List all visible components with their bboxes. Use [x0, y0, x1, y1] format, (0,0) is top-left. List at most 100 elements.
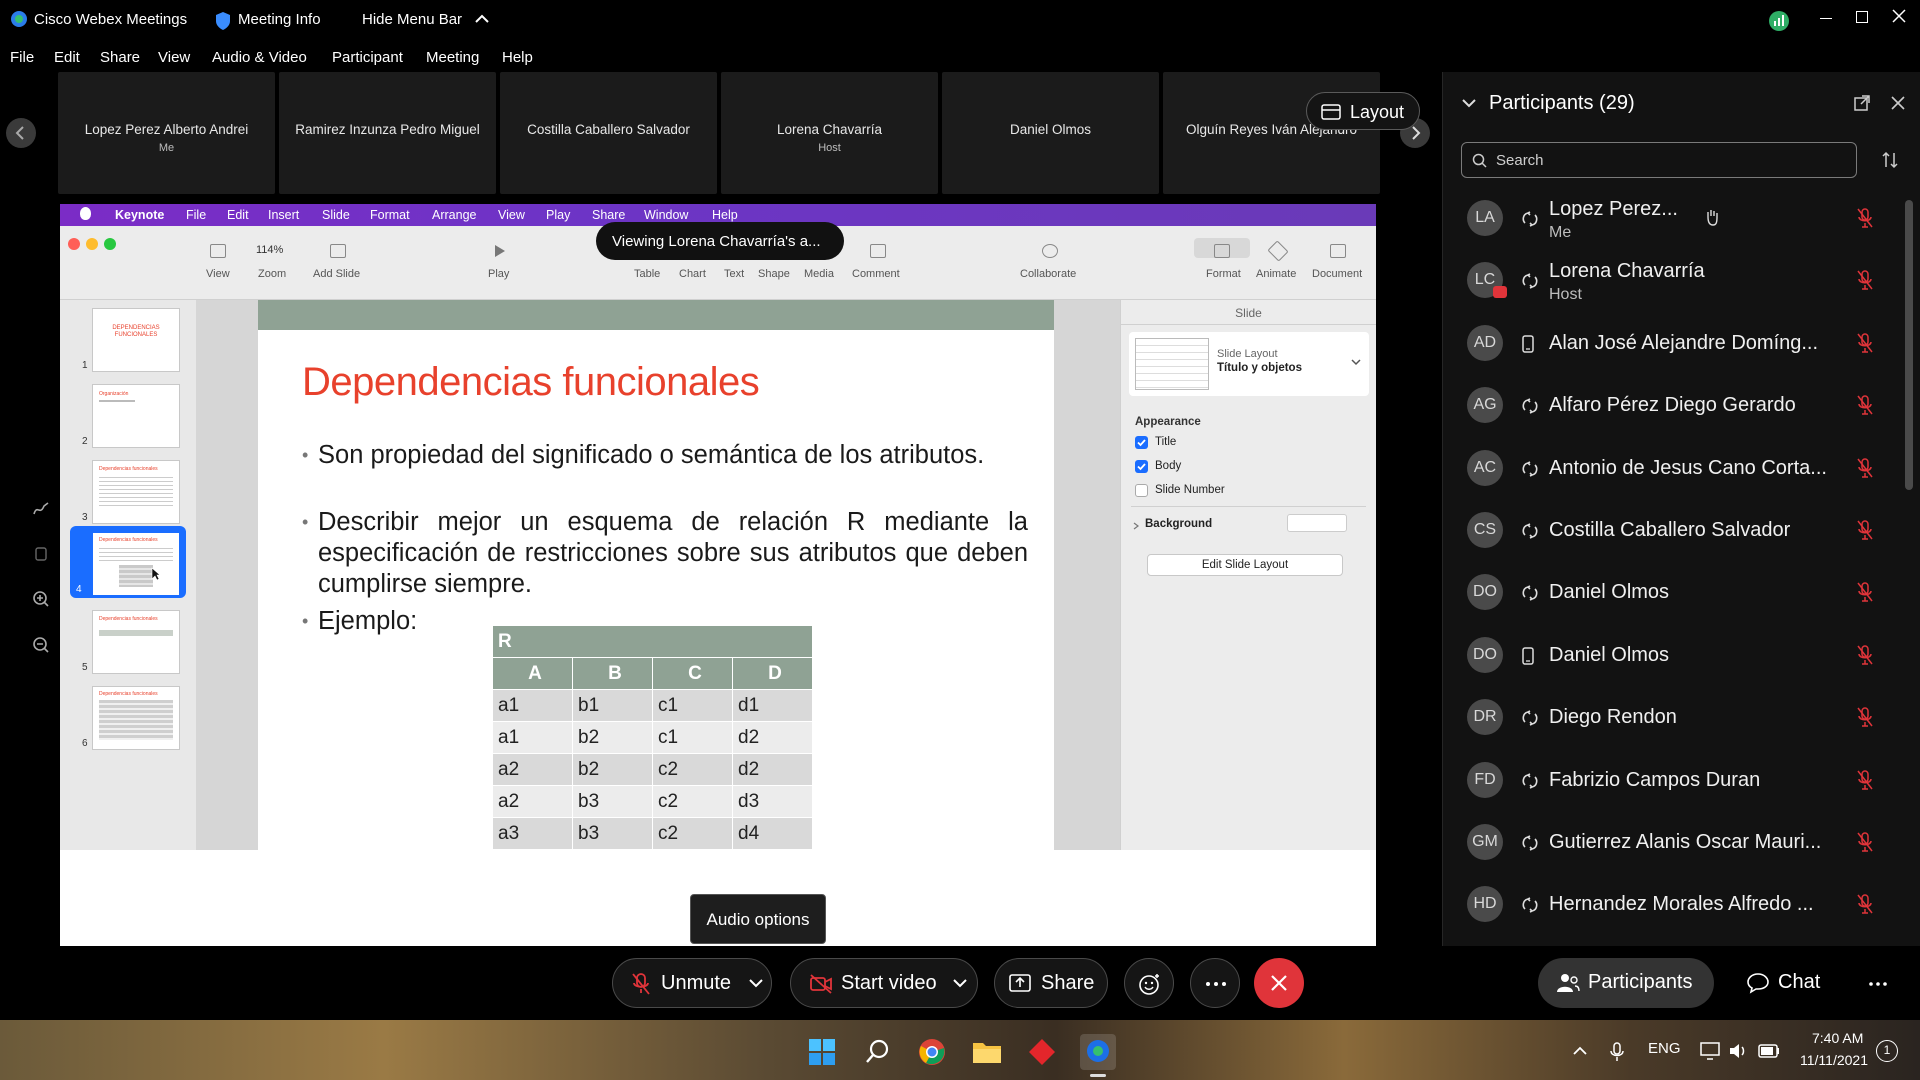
participant-row[interactable]: HD Hernandez Morales Alfredo ... — [1443, 872, 1903, 934]
participants-tab-button[interactable]: Participants — [1538, 958, 1714, 1008]
network-tray-icon[interactable] — [1700, 1042, 1720, 1060]
share-button[interactable]: Share — [994, 958, 1108, 1008]
network-health-icon[interactable] — [1768, 10, 1790, 32]
mic-muted-icon[interactable] — [1857, 769, 1873, 790]
menu-file[interactable]: File — [10, 49, 34, 66]
menu-meeting[interactable]: Meeting — [426, 49, 479, 66]
zoom-out-icon[interactable] — [32, 636, 50, 654]
slide-number-checkbox[interactable] — [1135, 484, 1148, 497]
video-tile[interactable]: Costilla Caballero Salvador — [500, 72, 717, 194]
video-tile[interactable]: Olguín Reyes Iván Alejandro — [1163, 72, 1380, 194]
participant-row[interactable]: DO Daniel Olmos — [1443, 560, 1903, 622]
chevron-down-icon[interactable] — [1351, 358, 1361, 366]
mic-muted-icon[interactable] — [1857, 270, 1873, 291]
thumb-number: 1 — [82, 360, 88, 371]
menu-audio-video[interactable]: Audio & Video — [212, 49, 307, 66]
participant-row[interactable]: AG Alfaro Pérez Diego Gerardo — [1443, 373, 1903, 435]
mic-muted-icon[interactable] — [1857, 208, 1873, 228]
battery-tray-icon[interactable] — [1758, 1044, 1780, 1058]
mic-muted-icon[interactable] — [1857, 645, 1873, 665]
shield-icon[interactable] — [214, 11, 232, 31]
chevron-up-icon[interactable] — [474, 14, 490, 24]
panel-options-icon[interactable] — [1868, 981, 1888, 987]
reactions-button[interactable] — [1124, 958, 1174, 1008]
sort-icon[interactable] — [1881, 151, 1899, 169]
restore-icon[interactable] — [1856, 11, 1868, 23]
mic-muted-icon[interactable] — [1857, 333, 1873, 353]
chrome-icon[interactable] — [918, 1038, 946, 1066]
leave-meeting-button[interactable] — [1254, 958, 1304, 1008]
mic-muted-icon[interactable] — [1857, 832, 1873, 852]
mic-muted-icon[interactable] — [1857, 520, 1873, 540]
body-checkbox[interactable] — [1135, 460, 1148, 473]
km-edit: Edit — [227, 208, 249, 222]
meeting-info-button[interactable]: Meeting Info — [238, 11, 321, 28]
webex-taskbar-icon[interactable] — [1080, 1034, 1116, 1070]
acrobat-icon[interactable] — [1028, 1038, 1056, 1066]
volume-tray-icon[interactable] — [1728, 1042, 1748, 1060]
menu-share[interactable]: Share — [100, 49, 140, 66]
search-icon[interactable] — [864, 1038, 892, 1066]
zoom-in-icon[interactable] — [32, 590, 50, 608]
close-icon[interactable] — [1892, 9, 1906, 23]
minimize-icon[interactable] — [1820, 18, 1832, 19]
hide-menu-bar-button[interactable]: Hide Menu Bar — [362, 11, 462, 28]
mic-muted-icon[interactable] — [1857, 457, 1873, 478]
participant-row[interactable]: AD Alan José Alejandre Domíng... — [1443, 311, 1903, 373]
clock-date[interactable]: 11/11/2021 — [1800, 1052, 1868, 1068]
background-swatch[interactable] — [1287, 514, 1347, 532]
menu-edit[interactable]: Edit — [54, 49, 80, 66]
computer-audio-icon — [1521, 522, 1539, 540]
leave-x-icon — [1271, 975, 1287, 991]
annotate-icon[interactable] — [32, 500, 50, 518]
mic-muted-icon[interactable] — [1857, 894, 1873, 915]
remote-control-icon[interactable] — [34, 546, 48, 562]
video-tile[interactable]: Lopez Perez Alberto Andrei Me — [58, 72, 275, 194]
chevron-right-icon[interactable] — [1133, 522, 1139, 530]
participant-row[interactable]: GM Gutierrez Alanis Oscar Mauri... — [1443, 810, 1903, 872]
participants-panel: Participants (29) Search LA Lopez Perez..… — [1442, 72, 1920, 946]
participant-row[interactable]: DO Daniel Olmos — [1443, 623, 1903, 685]
show-hidden-icons-chevron[interactable] — [1572, 1046, 1588, 1056]
participant-row[interactable]: AC Antonio de Jesus Cano Corta... — [1443, 436, 1903, 498]
menu-view[interactable]: View — [158, 49, 190, 66]
strip-prev-button[interactable] — [6, 118, 36, 148]
edit-slide-layout-button[interactable]: Edit Slide Layout — [1147, 554, 1343, 576]
layout-label: Layout — [1350, 102, 1405, 122]
mic-muted-icon[interactable] — [1857, 707, 1873, 727]
participant-search-input[interactable]: Search — [1461, 142, 1857, 178]
video-tile[interactable]: Daniel Olmos — [942, 72, 1159, 194]
tb-shape: Shape — [758, 268, 790, 280]
start-video-button[interactable]: Start video — [790, 958, 978, 1008]
title-checkbox[interactable] — [1135, 436, 1148, 449]
video-options-chevron-icon[interactable] — [953, 979, 967, 988]
file-explorer-icon[interactable] — [972, 1040, 1002, 1064]
more-options-button[interactable] — [1190, 958, 1240, 1008]
participant-row[interactable]: LC Lorena Chavarría Host — [1443, 248, 1903, 310]
layout-button[interactable]: Layout — [1306, 92, 1420, 130]
windows-start-icon[interactable] — [808, 1038, 836, 1066]
raise-hand-icon[interactable] — [1705, 208, 1719, 226]
participant-row[interactable]: DR Diego Rendon — [1443, 685, 1903, 747]
table-cell: b2 — [572, 753, 653, 786]
menu-help[interactable]: Help — [502, 49, 533, 66]
clock-time[interactable]: 7:40 AM — [1812, 1030, 1863, 1046]
language-indicator[interactable]: ENG — [1648, 1040, 1681, 1057]
participant-row[interactable]: FD Fabrizio Campos Duran — [1443, 748, 1903, 810]
audio-options-chevron-icon[interactable] — [749, 979, 763, 988]
video-tile[interactable]: Lorena Chavarría Host — [721, 72, 938, 194]
mic-muted-icon[interactable] — [1857, 582, 1873, 603]
microphone-tray-icon[interactable] — [1610, 1042, 1624, 1062]
pop-out-icon[interactable] — [1853, 94, 1871, 112]
notification-badge[interactable]: 1 — [1876, 1040, 1898, 1062]
menu-participant[interactable]: Participant — [332, 49, 403, 66]
unmute-button[interactable]: Unmute — [612, 958, 772, 1008]
chat-tab-button[interactable]: Chat — [1730, 958, 1834, 1008]
participant-row[interactable]: CS Costilla Caballero Salvador — [1443, 498, 1903, 560]
participant-row[interactable]: LA Lopez Perez... Me — [1443, 186, 1903, 248]
video-tile[interactable]: Ramirez Inzunza Pedro Miguel — [279, 72, 496, 194]
close-panel-icon[interactable] — [1891, 96, 1905, 110]
slide-thumb-selected[interactable]: Dependencias funcionales — [92, 532, 180, 596]
mic-muted-icon[interactable] — [1857, 395, 1873, 415]
collapse-chevron-icon[interactable] — [1461, 98, 1477, 108]
